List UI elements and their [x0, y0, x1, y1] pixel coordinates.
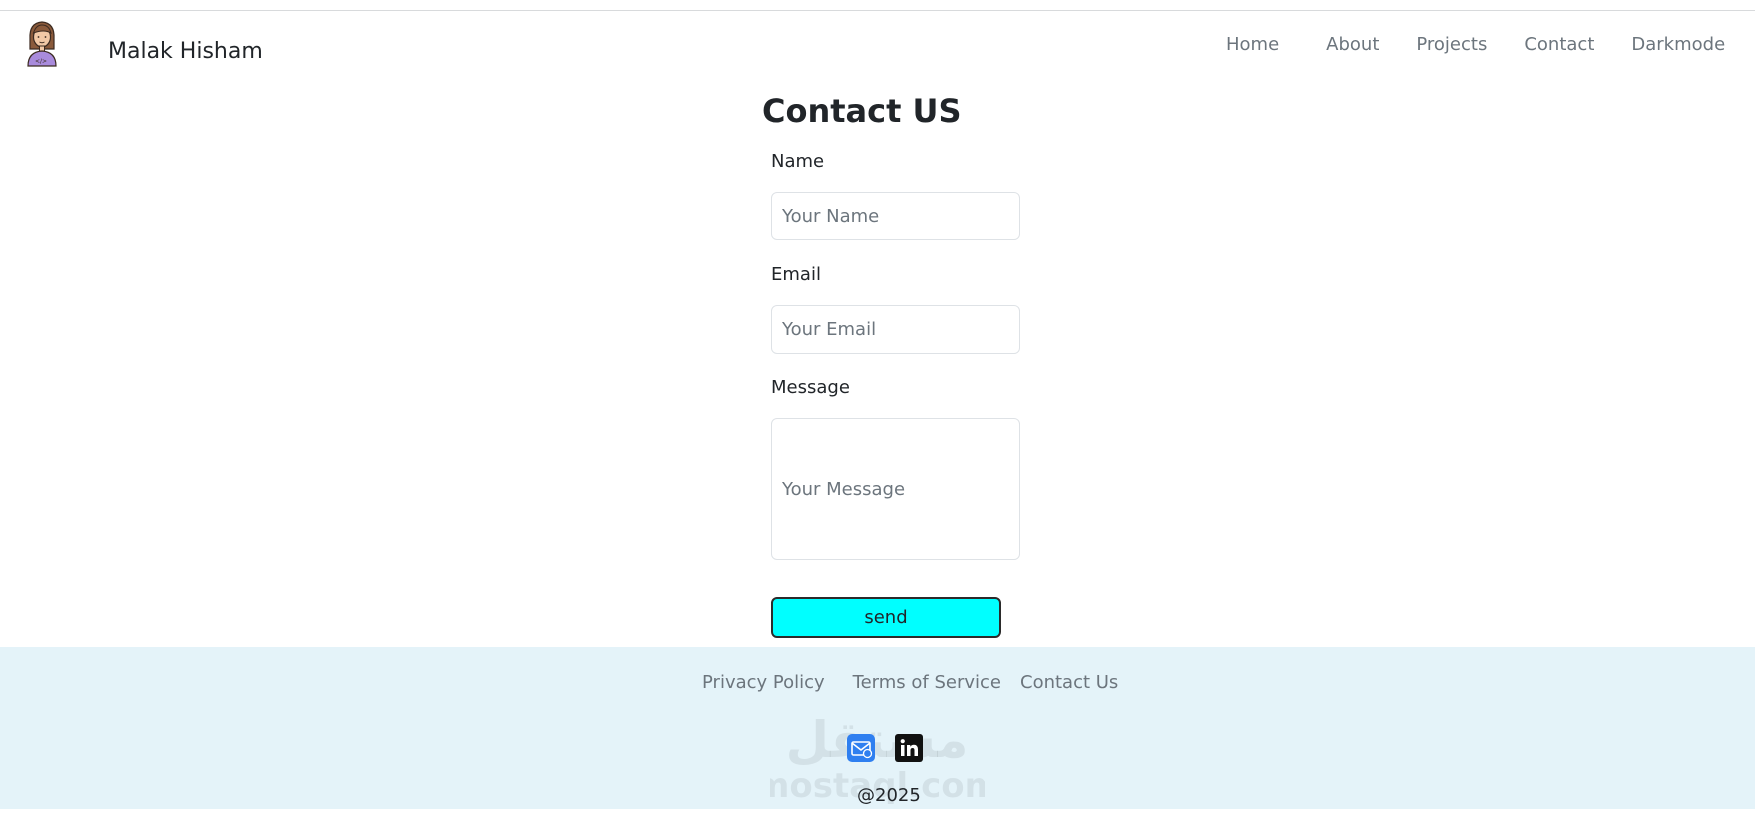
nav-links: Home About Projects Contact Darkmode [1226, 34, 1725, 55]
brand[interactable]: </> Malak Hisham [24, 19, 263, 67]
nav-link-about[interactable]: About [1326, 34, 1379, 55]
linkedin-icon[interactable] [894, 733, 924, 763]
send-button[interactable]: send [771, 597, 1001, 638]
footer-link-terms-of-service[interactable]: Terms of Service [853, 672, 1001, 693]
avatar-icon: </> [27, 21, 57, 67]
nav-link-contact[interactable]: Contact [1524, 34, 1594, 55]
nav-link-darkmode[interactable]: Darkmode [1631, 34, 1725, 55]
footer: Privacy Policy Terms of Service Contact … [0, 647, 1755, 809]
navbar: </> Malak Hisham Home About Projects Con… [0, 11, 1755, 71]
footer-links: Privacy Policy Terms of Service Contact … [702, 672, 1118, 693]
nav-link-projects[interactable]: Projects [1416, 34, 1487, 55]
email-label: Email [771, 264, 821, 285]
footer-link-privacy-policy[interactable]: Privacy Policy [702, 672, 825, 693]
message-label: Message [771, 377, 850, 398]
email-icon[interactable] [846, 733, 876, 763]
name-label: Name [771, 151, 825, 172]
copyright: @2025 [857, 785, 921, 806]
footer-link-contact-us[interactable]: Contact Us [1020, 672, 1118, 693]
message-textarea[interactable] [771, 418, 1020, 560]
page-title: Contact US [762, 92, 962, 130]
social-icons [846, 733, 924, 763]
brand-name[interactable]: Malak Hisham [108, 39, 263, 64]
name-input[interactable] [771, 192, 1020, 240]
nav-link-home[interactable]: Home [1226, 34, 1279, 55]
svg-text:</>: </> [35, 58, 47, 65]
email-input[interactable] [771, 305, 1020, 354]
